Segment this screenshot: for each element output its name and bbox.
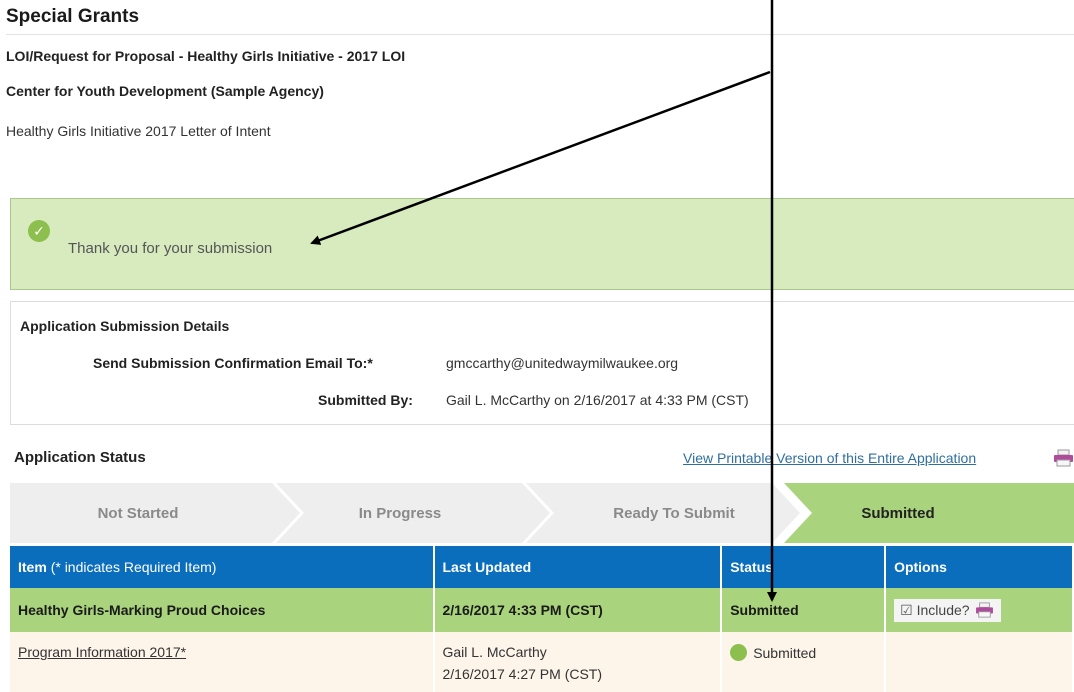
group-status: Submitted bbox=[721, 588, 887, 632]
status-dot-icon bbox=[730, 644, 748, 661]
checkbox-icon[interactable]: ☑ bbox=[900, 602, 913, 619]
include-label: Include? bbox=[916, 602, 970, 618]
item-header-label: Item bbox=[18, 559, 47, 575]
submission-details-heading: Application Submission Details bbox=[20, 318, 230, 334]
table-row: Program Information 2017* Gail L. McCart… bbox=[10, 632, 1074, 692]
status-column-header: Status bbox=[721, 546, 887, 588]
last-updated-column-header: Last Updated bbox=[433, 546, 723, 588]
page-title: Special Grants bbox=[6, 6, 140, 27]
submitted-by-label: Submitted By: bbox=[318, 392, 413, 408]
step-not-started: Not Started bbox=[98, 505, 179, 522]
item-updated-by: Gail L. McCarthy bbox=[442, 644, 547, 660]
printer-icon[interactable] bbox=[1053, 449, 1074, 467]
table-row: Healthy Girls-Marking Proud Choices 2/16… bbox=[10, 588, 1074, 632]
group-last-updated: 2/16/2017 4:33 PM (CST) bbox=[433, 588, 723, 632]
required-note: (* indicates Required Item) bbox=[50, 559, 217, 575]
item-options bbox=[885, 632, 1074, 692]
application-status-heading: Application Status bbox=[14, 449, 146, 466]
group-name: Healthy Girls-Marking Proud Choices bbox=[10, 588, 435, 632]
check-circle-icon: ✓ bbox=[28, 220, 50, 242]
item-column-header: Item (* indicates Required Item) bbox=[10, 546, 435, 588]
item-status-label: Submitted bbox=[753, 645, 817, 661]
step-in-progress: In Progress bbox=[359, 505, 442, 522]
confirmation-email-label: Send Submission Confirmation Email To:* bbox=[93, 355, 373, 371]
item-last-updated: Gail L. McCarthy 2/16/2017 4:27 PM (CST) bbox=[433, 632, 723, 692]
confirmation-email-value: gmccarthy@unitedwaymilwaukee.org bbox=[446, 355, 679, 371]
application-description: Healthy Girls Initiative 2017 Letter of … bbox=[6, 123, 271, 139]
printable-version-link[interactable]: View Printable Version of this Entire Ap… bbox=[683, 450, 976, 466]
item-name-cell: Program Information 2017* bbox=[10, 632, 435, 692]
printer-icon[interactable] bbox=[974, 602, 995, 618]
application-items-table: Item (* indicates Required Item) Last Up… bbox=[10, 546, 1074, 692]
item-updated-at: 2/16/2017 4:27 PM (CST) bbox=[442, 666, 603, 682]
include-checkbox[interactable]: ☑ Include? bbox=[894, 598, 1001, 622]
group-options: ☑ Include? bbox=[885, 588, 1074, 632]
status-progress-bar: Not Started In Progress Ready To Submit … bbox=[10, 483, 1074, 543]
program-information-link[interactable]: Program Information 2017* bbox=[18, 644, 186, 660]
title-divider bbox=[6, 34, 1074, 35]
item-status: Submitted bbox=[721, 632, 887, 692]
agency-name: Center for Youth Development (Sample Age… bbox=[6, 83, 324, 99]
options-column-header: Options bbox=[885, 546, 1074, 588]
success-message: Thank you for your submission bbox=[68, 240, 273, 257]
step-submitted: Submitted bbox=[861, 505, 934, 522]
step-ready-to-submit: Ready To Submit bbox=[613, 505, 734, 522]
program-subtitle: LOI/Request for Proposal - Healthy Girls… bbox=[6, 48, 406, 64]
submitted-by-value: Gail L. McCarthy on 2/16/2017 at 4:33 PM… bbox=[446, 392, 749, 408]
table-header-row: Item (* indicates Required Item) Last Up… bbox=[10, 546, 1074, 588]
